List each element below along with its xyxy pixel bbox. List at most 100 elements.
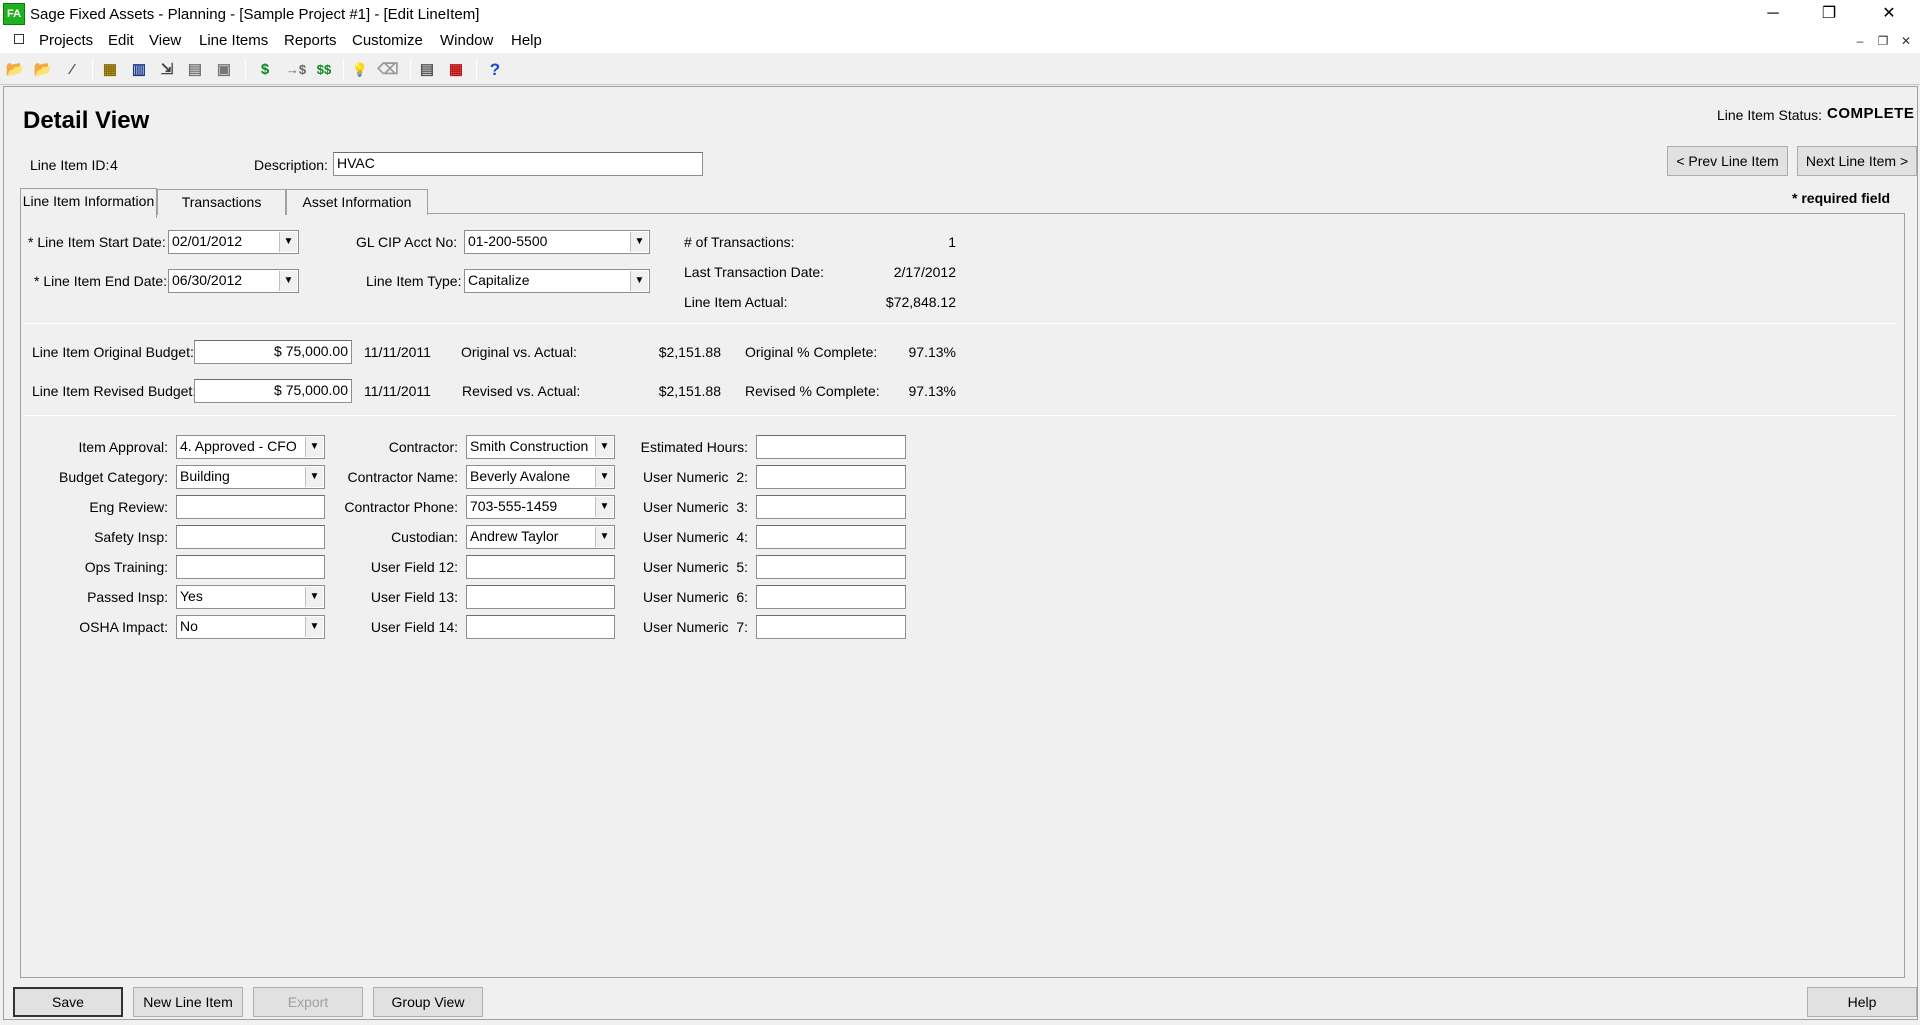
close-button[interactable]: ✕	[1861, 0, 1917, 30]
dollar-icon[interactable]: $	[254, 59, 276, 81]
chevron-down-icon[interactable]: ▼	[279, 232, 297, 252]
estimated-hours-input[interactable]	[756, 435, 906, 459]
user-numeric-4-input[interactable]	[756, 525, 906, 549]
export-button[interactable]: Export	[253, 987, 363, 1017]
safety-insp-input[interactable]	[176, 525, 325, 549]
chevron-down-icon[interactable]: ▼	[279, 271, 297, 291]
user-numeric-7-input[interactable]	[756, 615, 906, 639]
next-line-item-button[interactable]: Next Line Item >	[1797, 146, 1917, 176]
chevron-down-icon[interactable]: ▼	[305, 467, 323, 487]
move-icon[interactable]: ⇲	[156, 59, 178, 81]
user-numeric-7-label: User Numeric 7:	[642, 619, 748, 635]
user-numeric-3-label: User Numeric 3:	[642, 499, 748, 515]
gl-cip-acct-select[interactable]: 01-200-5500 ▼	[464, 230, 650, 254]
transfer-dollar-icon[interactable]: →$	[281, 59, 311, 81]
folder-edit-icon[interactable]: 📂	[32, 59, 54, 81]
menu-window[interactable]: Window	[440, 32, 493, 49]
system-menu-icon[interactable]	[14, 34, 24, 44]
contractor-label: Contractor:	[388, 439, 458, 455]
wand-icon[interactable]: ⁄	[61, 59, 83, 81]
chevron-down-icon[interactable]: ▼	[595, 527, 613, 547]
budget-category-select[interactable]: Building ▼	[176, 465, 325, 489]
passed-insp-select[interactable]: Yes ▼	[176, 585, 325, 609]
contractor-phone-label: Contractor Phone:	[344, 499, 458, 515]
new-line-item-button[interactable]: New Line Item	[133, 987, 243, 1017]
minimize-button[interactable]: ─	[1745, 0, 1801, 30]
custodian-select[interactable]: Andrew Taylor ▼	[466, 525, 615, 549]
menu-help[interactable]: Help	[511, 32, 542, 49]
menu-line-items[interactable]: Line Items	[199, 32, 268, 49]
eng-review-input[interactable]	[176, 495, 325, 519]
folder-stack-icon[interactable]: ▣	[213, 59, 235, 81]
menu-edit[interactable]: Edit	[108, 32, 134, 49]
group-view-button[interactable]: Group View	[373, 987, 483, 1017]
user-numeric-5-label: User Numeric 5:	[642, 559, 748, 575]
contractor-name-label: Contractor Name:	[347, 469, 458, 485]
user-numeric-5-input[interactable]	[756, 555, 906, 579]
toolbar-separator	[410, 59, 411, 81]
mdi-restore-button[interactable]: ❐	[1873, 32, 1893, 50]
num-transactions-value: 1	[948, 234, 956, 250]
folder-open-icon[interactable]: 📂	[4, 59, 26, 81]
contractor-phone-select[interactable]: 703-555-1459 ▼	[466, 495, 615, 519]
user-field-12-input[interactable]	[466, 555, 615, 579]
user-numeric-2-input[interactable]	[756, 465, 906, 489]
toolbar-separator	[343, 59, 344, 81]
calculator-icon[interactable]: ▤	[416, 59, 438, 81]
menu-customize[interactable]: Customize	[352, 32, 423, 49]
mdi-close-button[interactable]: ✕	[1896, 32, 1916, 50]
restore-button[interactable]: ❐	[1801, 0, 1857, 30]
line-item-actual-label: Line Item Actual:	[684, 294, 788, 310]
original-budget-input[interactable]: $ 75,000.00	[194, 340, 352, 364]
last-transaction-date-value: 2/17/2012	[893, 264, 956, 280]
menu-view[interactable]: View	[149, 32, 181, 49]
chevron-down-icon[interactable]: ▼	[305, 437, 323, 457]
help-button[interactable]: Help	[1807, 987, 1917, 1017]
toolbar: 📂 📂 ⁄ ▦ ▥ ⇲ ▤ ▣ $ →$ $$ 💡 ⌫ ▤ ▦ ?	[0, 53, 1920, 85]
description-input[interactable]: HVAC	[333, 152, 703, 176]
line-item-id-label: Line Item ID:	[30, 157, 110, 173]
revised-budget-input[interactable]: $ 75,000.00	[194, 379, 352, 403]
double-dollar-icon[interactable]: $$	[311, 59, 337, 81]
user-numeric-6-input[interactable]	[756, 585, 906, 609]
tab-asset-information[interactable]: Asset Information	[286, 189, 428, 215]
chevron-down-icon[interactable]: ▼	[595, 467, 613, 487]
revised-pct-complete-label: Revised % Complete:	[745, 383, 880, 399]
user-field-14-input[interactable]	[466, 615, 615, 639]
prev-line-item-button[interactable]: < Prev Line Item	[1667, 146, 1788, 176]
end-date-picker[interactable]: 06/30/2012 ▼	[168, 269, 299, 293]
eng-review-label: Eng Review:	[89, 499, 168, 515]
lightbulb-icon[interactable]: 💡	[349, 59, 371, 81]
user-numeric-3-input[interactable]	[756, 495, 906, 519]
ops-training-label: Ops Training:	[84, 559, 168, 575]
osha-impact-select[interactable]: No ▼	[176, 615, 325, 639]
chevron-down-icon[interactable]: ▼	[305, 587, 323, 607]
ops-training-input[interactable]	[176, 555, 325, 579]
mdi-minimize-button[interactable]: ‒	[1850, 32, 1870, 50]
menu-reports[interactable]: Reports	[284, 32, 337, 49]
chevron-down-icon[interactable]: ▼	[595, 437, 613, 457]
save-button[interactable]: Save	[13, 987, 123, 1017]
chevron-down-icon[interactable]: ▼	[630, 271, 648, 291]
gl-cip-acct-label: GL CIP Acct No:	[356, 234, 458, 250]
start-date-picker[interactable]: 02/01/2012 ▼	[168, 230, 299, 254]
chevron-down-icon[interactable]: ▼	[305, 617, 323, 637]
item-approval-select[interactable]: 4. Approved - CFO ▼	[176, 435, 325, 459]
chevron-down-icon[interactable]: ▼	[630, 232, 648, 252]
lightbulb-off-icon[interactable]: ⌫	[377, 59, 399, 81]
stack-icon[interactable]: ▤	[184, 59, 206, 81]
tab-line-item-information[interactable]: Line Item Information	[20, 188, 157, 218]
user-field-13-input[interactable]	[466, 585, 615, 609]
menu-projects[interactable]: Projects	[39, 32, 93, 49]
contractor-select[interactable]: Smith Construction ▼	[466, 435, 615, 459]
revised-budget-date: 11/11/2011	[364, 383, 431, 399]
chevron-down-icon[interactable]: ▼	[595, 497, 613, 517]
contractor-name-select[interactable]: Beverly Avalone ▼	[466, 465, 615, 489]
tab-transactions[interactable]: Transactions	[157, 189, 286, 215]
osha-impact-label: OSHA Impact:	[79, 619, 168, 635]
line-item-type-select[interactable]: Capitalize ▼	[464, 269, 650, 293]
help-icon[interactable]: ?	[484, 59, 506, 81]
calendar-icon[interactable]: ▦	[445, 59, 467, 81]
grid-icon[interactable]: ▦	[99, 59, 121, 81]
chart-icon[interactable]: ▥	[128, 59, 150, 81]
